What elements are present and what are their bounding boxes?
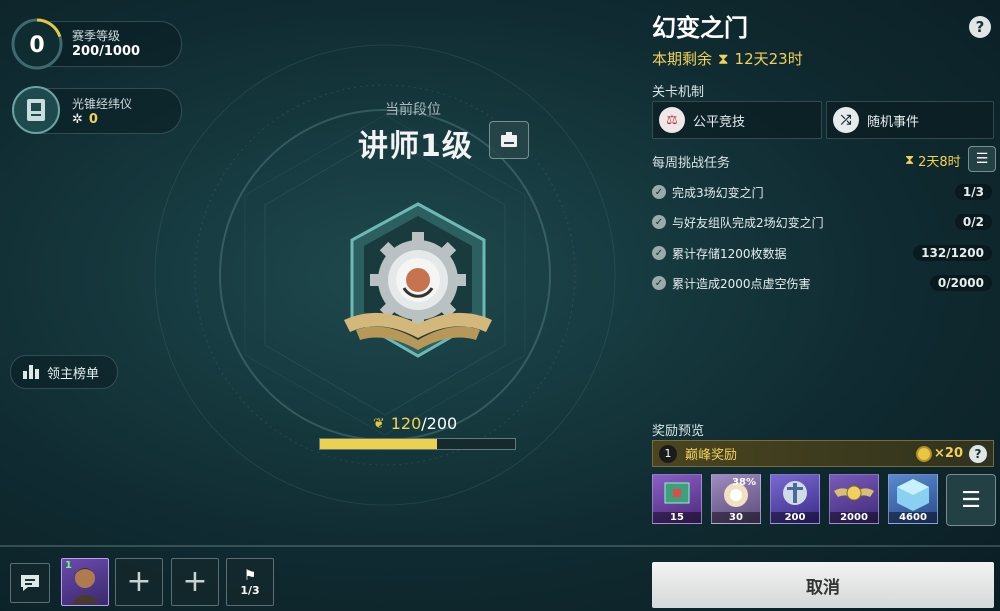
flag-icon: ⚑ (243, 567, 257, 584)
mechanic-random-event[interactable]: ⤮ 随机事件 (826, 101, 994, 139)
weekly-list-button[interactable]: ☰ (968, 146, 996, 172)
anchor-emblem-icon (783, 481, 807, 505)
podium-icon (23, 365, 39, 379)
reward-tier-label: 巅峰奖励 (685, 448, 738, 463)
reward-qty: 2000 (830, 512, 878, 523)
device-label: 光锥经纬仪 (72, 97, 133, 111)
check-icon: ✓ (652, 246, 666, 260)
flag-count: 1/3 (240, 583, 260, 597)
device-value-group: ✲ 0 (72, 112, 98, 127)
mechanic-random-event-label: 随机事件 (867, 114, 920, 130)
check-icon: ✓ (652, 215, 666, 229)
mechanics-label: 关卡机制 (652, 85, 705, 100)
team-slot-empty[interactable]: + (115, 558, 163, 606)
reward-qty: 30 (712, 512, 760, 523)
card-icon (501, 132, 517, 147)
help-button[interactable]: ? (969, 16, 991, 38)
task-label: 累计造成2000点虚空伤害 (672, 276, 811, 291)
flag-button[interactable]: ⚑ 1/3 (226, 558, 274, 606)
reward-item[interactable]: 200 (770, 474, 820, 524)
task-item: ✓ 累计存储1200枚数据 132/1200 (652, 242, 992, 264)
device-icon (12, 86, 60, 134)
scales-icon: ⚖ (659, 107, 685, 133)
help-icon: ? (975, 18, 985, 36)
crystal-icon: ✲ (72, 112, 83, 127)
hourglass-icon: ⧗ (718, 49, 729, 68)
task-count: 0/2 (954, 214, 992, 230)
rank-points: ❦ 120/200 (373, 414, 457, 433)
reward-item[interactable]: 38% 30 (711, 474, 761, 524)
team-slot-avatar[interactable]: 1 (61, 558, 109, 606)
rank-points-max: /200 (421, 414, 458, 433)
season-level-progress: 200/1000 (72, 44, 141, 59)
mechanic-fair-play-label: 公平竞技 (693, 114, 746, 130)
task-label: 与好友组队完成2场幻变之门 (672, 215, 824, 230)
leaderboard-label: 领主榜单 (47, 366, 100, 382)
check-icon: ✓ (652, 276, 666, 290)
plus-icon: + (126, 564, 152, 599)
chip-icon (664, 482, 690, 504)
reward-qty: 200 (771, 512, 819, 523)
reward-qty: 4600 (889, 512, 937, 523)
weekly-time: 2天8时 (918, 155, 961, 170)
season-level-label: 赛季等级 (72, 29, 121, 43)
reward-coin-count: ×20 (934, 446, 963, 461)
weekly-label: 每周挑战任务 (652, 156, 731, 171)
task-item: ✓ 累计造成2000点虚空伤害 0/2000 (652, 272, 992, 294)
rank-progress-bar (319, 438, 516, 450)
check-icon: ✓ (652, 185, 666, 199)
reward-item[interactable]: 4600 (888, 474, 938, 524)
remaining-time-row: 本期剩余 ⧗ 12天23时 (652, 48, 803, 69)
season-level-value: 0 (29, 33, 44, 58)
reward-help-button[interactable]: ? (969, 444, 987, 463)
device-value: 0 (88, 112, 98, 127)
reward-item[interactable]: 15 (652, 474, 702, 524)
reward-tier-bar: 1 巅峰奖励 ×20 ? (652, 440, 994, 467)
reward-tier-number: 1 (659, 444, 677, 463)
rank-info-button[interactable] (489, 121, 529, 159)
plus-icon: + (182, 564, 208, 599)
reward-item[interactable]: 2000 (829, 474, 879, 524)
avatar-level: 1 (65, 560, 72, 571)
task-count: 0/2000 (929, 275, 992, 291)
rank-emblem (344, 202, 492, 358)
rank-points-current: 120 (390, 414, 422, 433)
reward-badge: 38% (732, 477, 756, 488)
cube-icon (897, 479, 929, 511)
rank-progress-fill (320, 439, 437, 449)
list-icon: ☰ (975, 151, 989, 167)
task-count: 1/3 (954, 184, 992, 200)
task-label: 完成3场幻变之门 (672, 185, 764, 200)
reward-qty: 15 (653, 512, 701, 523)
rank-caption: 当前段位 (385, 102, 441, 118)
task-label: 累计存储1200枚数据 (672, 246, 787, 261)
reward-preview-label: 奖励预览 (652, 424, 705, 439)
task-item: ✓ 与好友组队完成2场幻变之门 0/2 (652, 211, 992, 233)
coin-icon (916, 445, 933, 462)
task-item: ✓ 完成3场幻变之门 1/3 (652, 181, 992, 203)
list-icon: ☰ (961, 487, 981, 513)
cancel-label: 取消 (806, 577, 840, 598)
cancel-button[interactable]: 取消 (652, 562, 994, 608)
bottom-divider (0, 545, 1000, 547)
wings-icon: ❦ (373, 415, 385, 432)
rank-title: 讲师1级 (358, 129, 473, 164)
panel-title: 幻变之门 (652, 14, 748, 42)
team-slot-empty[interactable]: + (171, 558, 219, 606)
leaderboard-button[interactable]: 领主榜单 (10, 355, 118, 389)
chat-button[interactable] (10, 563, 50, 603)
shuffle-icon: ⤮ (833, 107, 859, 133)
weekly-time-row: ⧗ 2天8时 (905, 151, 961, 170)
reward-list-button[interactable]: ☰ (946, 474, 996, 526)
remaining-time: 12天23时 (734, 50, 803, 68)
task-count: 132/1200 (913, 245, 992, 261)
chat-icon (21, 575, 39, 591)
winged-badge-icon (834, 485, 874, 501)
remaining-label: 本期剩余 (652, 50, 713, 68)
weekly-hourglass-icon: ⧗ (905, 153, 915, 168)
season-progress-ring: 0 (11, 18, 63, 70)
mechanic-fair-play[interactable]: ⚖ 公平竞技 (652, 101, 822, 139)
